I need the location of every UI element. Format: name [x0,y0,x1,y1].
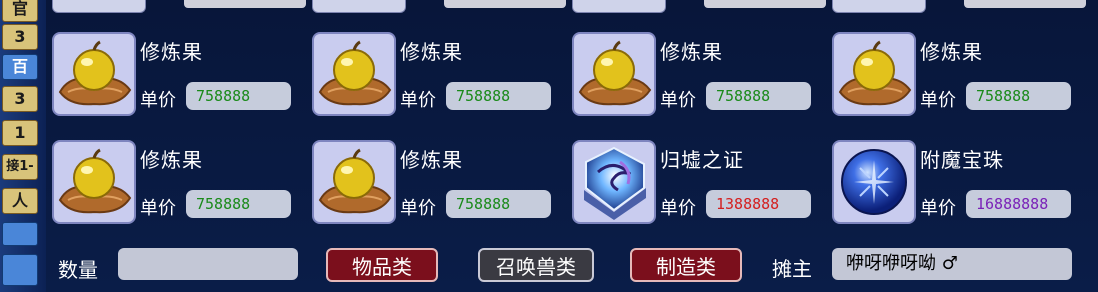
partial-item-slot[interactable] [312,0,406,13]
quantity-label: 数量 [58,258,98,282]
stall-item[interactable]: 修炼果 单价 758888 [566,32,824,127]
price-value: 1388888 [706,190,811,218]
item-name: 修炼果 [660,40,723,64]
price-value: 758888 [966,82,1071,110]
enchant-orb-icon[interactable] [832,140,916,224]
stall-item[interactable]: 修炼果 单价 758888 [306,140,564,235]
partial-price-box [704,0,826,8]
partial-price-box [964,0,1086,8]
quantity-input[interactable] [118,248,298,280]
price-label: 单价 [140,198,176,219]
item-name: 附魔宝珠 [920,148,1004,172]
partial-item-slot[interactable] [832,0,926,13]
item-name: 修炼果 [400,40,463,64]
stall-item[interactable]: 修炼果 单价 758888 [46,32,304,127]
fruit-icon[interactable] [832,32,916,116]
stall-item[interactable]: 修炼果 单价 758888 [306,32,564,127]
price-value: 758888 [706,82,811,110]
guixu-token-icon[interactable] [572,140,656,224]
partial-price-box [444,0,566,8]
bottom-bar: 数量 物品类 召唤兽类 制造类 摊主 咿呀咿呀呦 ♂ [46,244,1098,284]
left-cell-6: 接1- [2,154,38,180]
crafting-category-button[interactable]: 制造类 [630,248,742,282]
fruit-icon[interactable] [572,32,656,116]
summon-beast-category-button[interactable]: 召唤兽类 [478,248,594,282]
price-label: 单价 [400,90,436,111]
stall-item[interactable]: 归墟之证 单价 1388888 [566,140,824,235]
items-category-button[interactable]: 物品类 [326,248,438,282]
price-label: 单价 [660,198,696,219]
partial-price-box [184,0,306,8]
left-side-panel: 官 3 百 3 1 接1- 人 [0,0,46,292]
item-name: 归墟之证 [660,148,744,172]
left-cell-1: 官 [2,0,38,22]
item-name: 修炼果 [140,40,203,64]
price-value: 758888 [186,82,291,110]
partial-item-slot[interactable] [52,0,146,13]
price-label: 单价 [140,90,176,111]
left-cell-9 [2,254,38,286]
item-name: 修炼果 [400,148,463,172]
left-cell-8 [2,222,38,246]
fruit-icon[interactable] [312,32,396,116]
left-cell-4: 3 [2,86,38,112]
price-value: 16888888 [966,190,1071,218]
fruit-icon[interactable] [312,140,396,224]
left-cell-7: 人 [2,188,38,214]
price-label: 单价 [400,198,436,219]
fruit-icon[interactable] [52,32,136,116]
item-name: 修炼果 [920,40,983,64]
price-value: 758888 [186,190,291,218]
price-value: 758888 [446,190,551,218]
stall-item[interactable]: 修炼果 单价 758888 [826,32,1084,127]
left-cell-3: 百 [2,54,38,80]
item-name: 修炼果 [140,148,203,172]
fruit-icon[interactable] [52,140,136,224]
left-cell-2: 3 [2,24,38,50]
price-label: 单价 [920,90,956,111]
seller-label: 摊主 [772,257,812,281]
stall-item[interactable]: 附魔宝珠 单价 16888888 [826,140,1084,235]
left-cell-5: 1 [2,120,38,146]
price-label: 单价 [660,90,696,111]
stall-panel: 修炼果 单价 758888 修炼果 单价 758888 修炼果 单价 75888… [46,0,1098,292]
price-label: 单价 [920,198,956,219]
partial-item-slot[interactable] [572,0,666,13]
price-value: 758888 [446,82,551,110]
seller-name-field: 咿呀咿呀呦 ♂ [832,248,1072,280]
stall-item[interactable]: 修炼果 单价 758888 [46,140,304,235]
